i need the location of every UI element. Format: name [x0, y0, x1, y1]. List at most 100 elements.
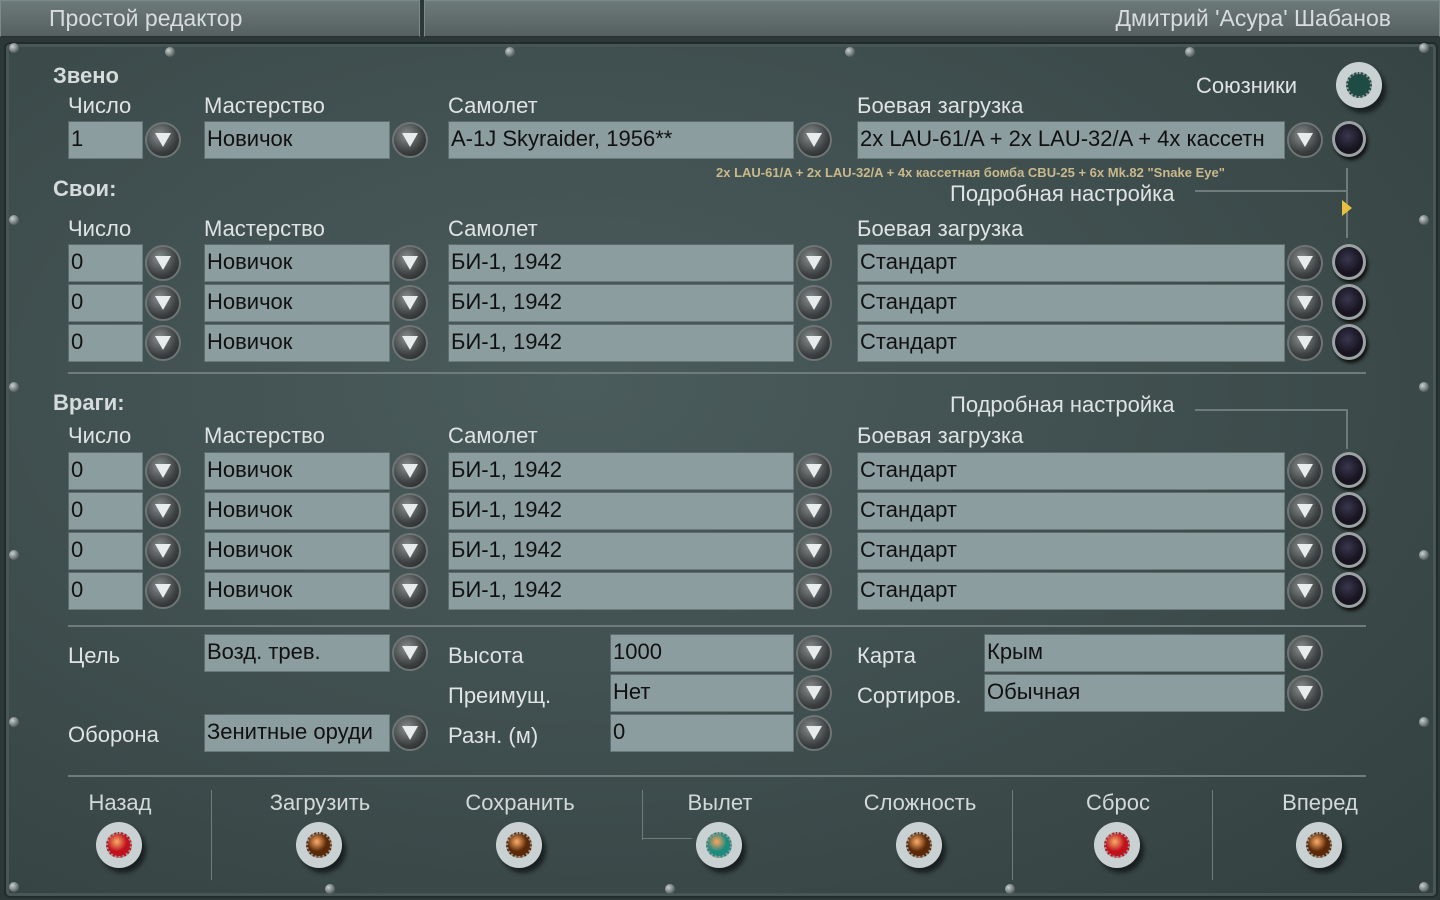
difficulty-button[interactable] — [896, 822, 942, 868]
plane-field[interactable]: A-1J Skyraider, 1956** — [448, 121, 794, 159]
skill-field[interactable]: Новичок — [204, 452, 390, 490]
plane-dropdown-arrow-icon[interactable] — [796, 493, 832, 529]
loadout-field[interactable]: Стандарт — [857, 572, 1285, 610]
plane-dropdown-arrow-icon[interactable] — [796, 325, 832, 361]
plane-dropdown-arrow-icon[interactable] — [796, 533, 832, 569]
back-button[interactable] — [96, 822, 142, 868]
loadout-field[interactable]: 2x LAU-61/A + 2x LAU-32/A + 4x кассетн — [857, 121, 1285, 159]
altitude-dropdown-arrow-icon[interactable] — [796, 635, 832, 671]
loadout-detail-button[interactable] — [1332, 492, 1366, 528]
count-dropdown-arrow-icon[interactable] — [145, 122, 181, 158]
loadout-dropdown-arrow-icon[interactable] — [1287, 285, 1323, 321]
plane-header: Самолет — [448, 216, 538, 241]
count-dropdown-arrow-icon[interactable] — [145, 453, 181, 489]
count-dropdown-arrow-icon[interactable] — [145, 245, 181, 281]
target-dropdown-arrow-icon[interactable] — [392, 635, 428, 671]
loadout-field[interactable]: Стандарт — [857, 324, 1285, 362]
count-field[interactable]: 0 — [68, 284, 143, 322]
loadout-detail-button[interactable] — [1332, 284, 1366, 320]
defense-dropdown-arrow-icon[interactable] — [392, 715, 428, 751]
rivet-icon — [505, 47, 515, 57]
skill-field[interactable]: Новичок — [204, 244, 390, 282]
skill-dropdown-arrow-icon[interactable] — [392, 122, 428, 158]
fly-button[interactable] — [696, 822, 742, 868]
skill-field[interactable]: Новичок — [204, 492, 390, 530]
plane-dropdown-arrow-icon[interactable] — [796, 573, 832, 609]
count-field[interactable]: 0 — [68, 324, 143, 362]
plane-field[interactable]: БИ-1, 1942 — [448, 452, 794, 490]
count-dropdown-arrow-icon[interactable] — [145, 285, 181, 321]
diff-field[interactable]: 0 — [610, 714, 794, 752]
plane-field[interactable]: БИ-1, 1942 — [448, 244, 794, 282]
count-dropdown-arrow-icon[interactable] — [145, 493, 181, 529]
loadout-detail-button[interactable] — [1332, 121, 1366, 157]
plane-dropdown-arrow-icon[interactable] — [796, 453, 832, 489]
sort-dropdown-arrow-icon[interactable] — [1287, 675, 1323, 711]
target-field[interactable]: Возд. трев. — [204, 634, 390, 672]
reset-button[interactable] — [1094, 822, 1140, 868]
map-dropdown-arrow-icon[interactable] — [1287, 635, 1323, 671]
diff-dropdown-arrow-icon[interactable] — [796, 715, 832, 751]
skill-dropdown-arrow-icon[interactable] — [392, 533, 428, 569]
skill-dropdown-arrow-icon[interactable] — [392, 573, 428, 609]
skill-field[interactable]: Новичок — [204, 284, 390, 322]
loadout-field[interactable]: Стандарт — [857, 532, 1285, 570]
skill-field[interactable]: Новичок — [204, 121, 390, 159]
loadout-tooltip: 2x LAU-61/A + 2x LAU-32/A + 4x кассетная… — [716, 165, 1225, 180]
divider — [642, 790, 643, 840]
loadout-detail-button[interactable] — [1332, 532, 1366, 568]
skill-field[interactable]: Новичок — [204, 572, 390, 610]
plane-field[interactable]: БИ-1, 1942 — [448, 324, 794, 362]
plane-dropdown-arrow-icon[interactable] — [796, 245, 832, 281]
defense-field[interactable]: Зенитные оруди — [204, 714, 390, 752]
loadout-dropdown-arrow-icon[interactable] — [1287, 325, 1323, 361]
load-button[interactable] — [296, 822, 342, 868]
skill-dropdown-arrow-icon[interactable] — [392, 493, 428, 529]
loadout-field[interactable]: Стандарт — [857, 492, 1285, 530]
plane-field[interactable]: БИ-1, 1942 — [448, 572, 794, 610]
advantage-dropdown-arrow-icon[interactable] — [796, 675, 832, 711]
sort-field[interactable]: Обычная — [984, 674, 1285, 712]
count-field[interactable]: 1 — [68, 121, 143, 159]
loadout-detail-button[interactable] — [1332, 324, 1366, 360]
loadout-detail-button[interactable] — [1332, 244, 1366, 280]
allies-toggle-button[interactable] — [1336, 62, 1382, 108]
loadout-dropdown-arrow-icon[interactable] — [1287, 493, 1323, 529]
loadout-dropdown-arrow-icon[interactable] — [1287, 453, 1323, 489]
count-field[interactable]: 0 — [68, 492, 143, 530]
plane-field[interactable]: БИ-1, 1942 — [448, 284, 794, 322]
altitude-field[interactable]: 1000 — [610, 634, 794, 672]
loadout-field[interactable]: Стандарт — [857, 284, 1285, 322]
count-dropdown-arrow-icon[interactable] — [145, 533, 181, 569]
loadout-detail-button[interactable] — [1332, 572, 1366, 608]
count-dropdown-arrow-icon[interactable] — [145, 573, 181, 609]
loadout-dropdown-arrow-icon[interactable] — [1287, 122, 1323, 158]
loadout-field[interactable]: Стандарт — [857, 452, 1285, 490]
plane-dropdown-arrow-icon[interactable] — [796, 122, 832, 158]
skill-field[interactable]: Новичок — [204, 532, 390, 570]
count-field[interactable]: 0 — [68, 244, 143, 282]
loadout-dropdown-arrow-icon[interactable] — [1287, 245, 1323, 281]
skill-dropdown-arrow-icon[interactable] — [392, 325, 428, 361]
sort-label: Сортиров. — [857, 683, 962, 708]
plane-dropdown-arrow-icon[interactable] — [796, 285, 832, 321]
loadout-dropdown-arrow-icon[interactable] — [1287, 573, 1323, 609]
skill-dropdown-arrow-icon[interactable] — [392, 285, 428, 321]
loadout-field[interactable]: Стандарт — [857, 244, 1285, 282]
loadout-detail-button[interactable] — [1332, 452, 1366, 488]
count-field[interactable]: 0 — [68, 572, 143, 610]
next-button[interactable] — [1296, 822, 1342, 868]
skill-dropdown-arrow-icon[interactable] — [392, 453, 428, 489]
button-label: Вылет — [687, 790, 753, 815]
plane-field[interactable]: БИ-1, 1942 — [448, 532, 794, 570]
count-field[interactable]: 0 — [68, 532, 143, 570]
skill-dropdown-arrow-icon[interactable] — [392, 245, 428, 281]
plane-field[interactable]: БИ-1, 1942 — [448, 492, 794, 530]
save-button[interactable] — [496, 822, 542, 868]
count-field[interactable]: 0 — [68, 452, 143, 490]
skill-field[interactable]: Новичок — [204, 324, 390, 362]
loadout-dropdown-arrow-icon[interactable] — [1287, 533, 1323, 569]
count-dropdown-arrow-icon[interactable] — [145, 325, 181, 361]
map-field[interactable]: Крым — [984, 634, 1285, 672]
advantage-field[interactable]: Нет — [610, 674, 794, 712]
